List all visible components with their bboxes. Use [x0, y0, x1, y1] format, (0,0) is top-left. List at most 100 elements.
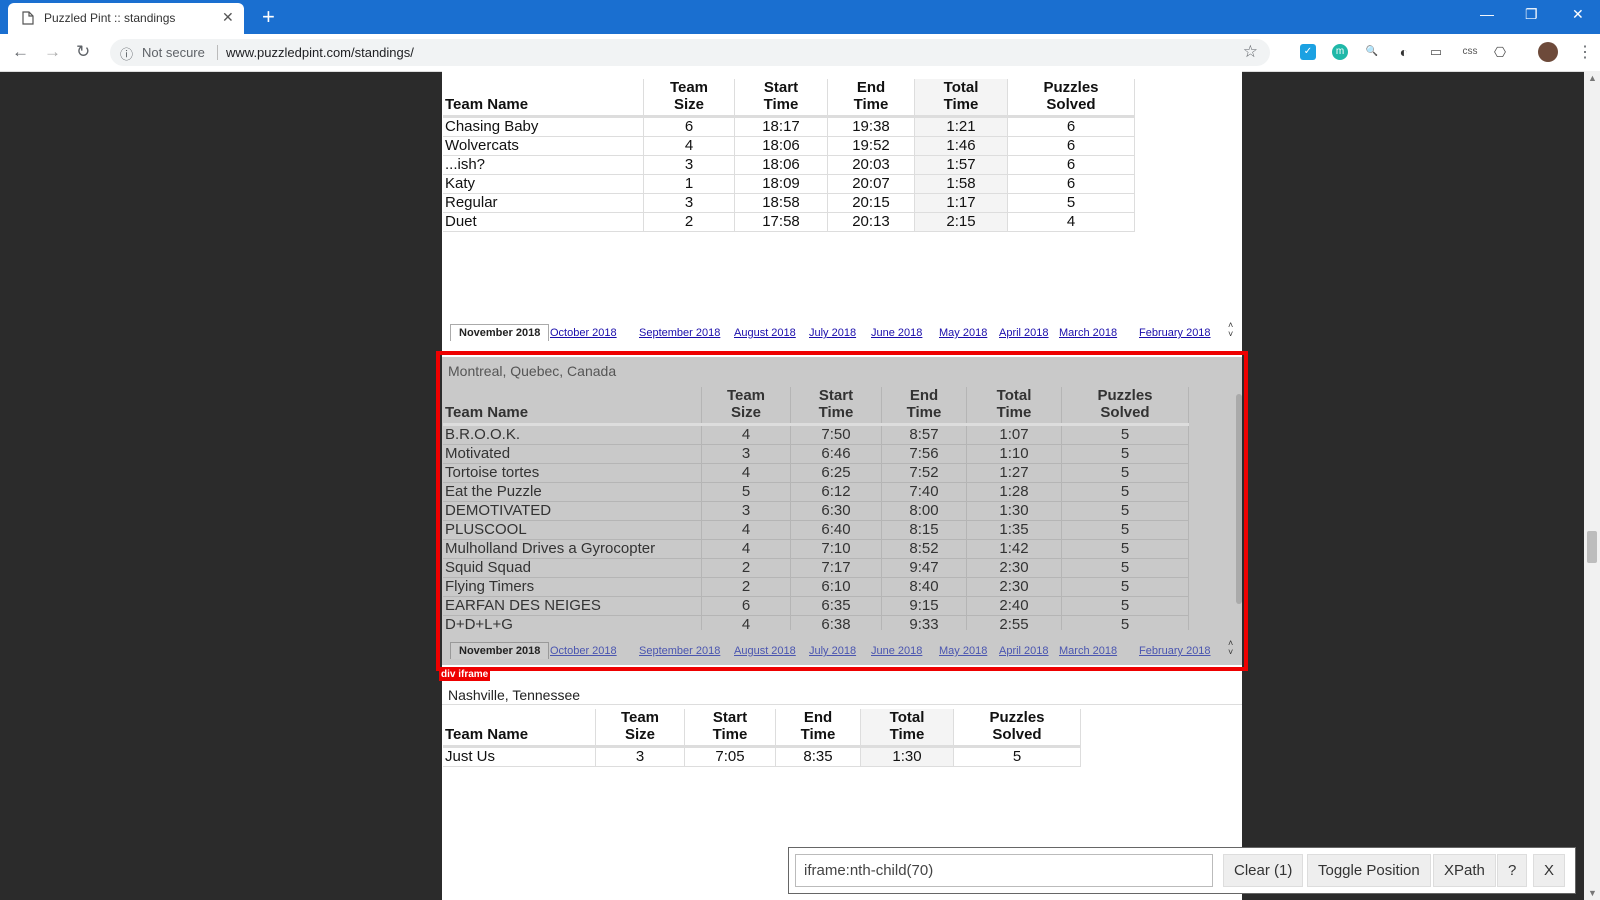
- bookmark-star-icon[interactable]: ☆: [1243, 42, 1258, 62]
- extension-moon-icon[interactable]: ◐: [1396, 44, 1412, 60]
- scroll-up-arrow-icon[interactable]: ˄ ˅: [1228, 639, 1233, 657]
- menu-kebab-icon[interactable]: ⋮: [1577, 42, 1593, 62]
- month-tab[interactable]: September 2018: [639, 327, 720, 339]
- table-row: DEMOTIVATED 3 6:30 8:00 1:30 5: [443, 501, 1189, 521]
- xpath-button[interactable]: XPath: [1433, 854, 1496, 887]
- table-row: D+D+L+G 4 6:38 9:33 2:55 5: [443, 615, 1189, 630]
- month-tab-selected[interactable]: November 2018: [450, 324, 550, 341]
- col-total-time: Total Time: [914, 79, 1008, 117]
- tab-close-icon[interactable]: ✕: [222, 9, 234, 26]
- table-row: EARFAN DES NEIGES 6 6:35 9:15 2:40 5: [443, 596, 1189, 616]
- col-total-time: Total Time: [860, 709, 954, 747]
- month-tab[interactable]: August 2018: [734, 327, 796, 339]
- browser-tab[interactable]: Puzzled Pint :: standings ✕: [8, 3, 244, 34]
- month-tab[interactable]: July 2018: [809, 645, 856, 657]
- close-gadget-button[interactable]: X: [1533, 854, 1566, 887]
- month-tab[interactable]: October 2018: [550, 327, 617, 339]
- table-row: Regular 3 18:58 20:15 1:17 5: [443, 193, 1135, 213]
- scroll-down-icon[interactable]: ▼: [1588, 888, 1597, 898]
- table-row: Duet 2 17:58 20:13 2:15 4: [443, 212, 1135, 232]
- window-close-button[interactable]: ✕: [1572, 6, 1584, 23]
- month-tab[interactable]: March 2018: [1059, 327, 1117, 339]
- back-arrow-icon[interactable]: ←: [12, 42, 29, 62]
- extension-m-icon[interactable]: m: [1332, 44, 1348, 60]
- clear-button[interactable]: Clear (1): [1223, 854, 1304, 887]
- tab-title: Puzzled Pint :: standings: [44, 11, 176, 25]
- scroll-up-icon[interactable]: ▲: [1588, 73, 1597, 83]
- scroll-thumb[interactable]: [1587, 531, 1597, 563]
- col-team-name: Team Name: [443, 79, 644, 117]
- month-tabs: November 2018 October 2018 September 201…: [446, 321, 1238, 344]
- col-puzzles-solved: Puzzles Solved: [953, 709, 1081, 747]
- month-tab[interactable]: October 2018: [550, 645, 617, 657]
- extension-check-icon[interactable]: ✓: [1300, 44, 1316, 60]
- month-tab[interactable]: April 2018: [999, 645, 1049, 657]
- browser-tab-bar: Puzzled Pint :: standings ✕ + — ❐ ✕: [0, 0, 1600, 34]
- table-row: Just Us 3 7:05 8:35 1:30 5: [443, 746, 1081, 767]
- document-icon: [22, 11, 34, 30]
- table-row: Squid Squad 2 7:17 9:47 2:30 5: [443, 558, 1189, 578]
- col-end-time: End Time: [881, 387, 967, 425]
- forward-arrow-icon[interactable]: →: [44, 42, 61, 62]
- region-title: Nashville, Tennessee: [442, 681, 1242, 705]
- selection-label: div iframe: [439, 669, 491, 681]
- selector-input[interactable]: iframe:nth-child(70): [795, 854, 1213, 887]
- month-tab[interactable]: May 2018: [939, 327, 987, 339]
- table-row: Katy 1 18:09 20:07 1:58 6: [443, 174, 1135, 194]
- extension-magnifier-icon[interactable]: 🔍: [1364, 44, 1380, 60]
- col-total-time: Total Time: [966, 387, 1062, 425]
- month-tab[interactable]: April 2018: [999, 327, 1049, 339]
- col-end-time: End Time: [827, 79, 915, 117]
- new-tab-button[interactable]: +: [262, 4, 275, 30]
- frame-scrollbar[interactable]: [1236, 394, 1242, 604]
- selector-gadget-bar: iframe:nth-child(70) Clear (1) Toggle Po…: [788, 847, 1576, 894]
- info-icon[interactable]: ⓘ: [120, 44, 133, 63]
- col-start-time: Start Time: [734, 79, 828, 117]
- restore-button[interactable]: ❐: [1525, 6, 1538, 23]
- standings-frame-top: Team Name Team Size Start Time End Time Tot…: [442, 71, 1242, 352]
- col-team-size: Team Size: [595, 709, 685, 747]
- scroll-up-arrow-icon[interactable]: ˄ ˅: [1228, 321, 1233, 339]
- url-text[interactable]: www.puzzledpint.com/standings/: [226, 45, 414, 60]
- help-button[interactable]: ?: [1497, 854, 1528, 887]
- month-tab[interactable]: May 2018: [939, 645, 987, 657]
- month-tab[interactable]: February 2018: [1139, 645, 1211, 657]
- toggle-position-button[interactable]: Toggle Position: [1307, 854, 1431, 887]
- table-row: Flying Timers 2 6:10 8:40 2:30 5: [443, 577, 1189, 597]
- month-tab[interactable]: June 2018: [871, 645, 922, 657]
- standings-table: Team Name Team Size Start Time End Time Tot…: [443, 387, 1189, 630]
- omnibox-divider: [217, 45, 218, 60]
- month-tab[interactable]: August 2018: [734, 645, 796, 657]
- address-toolbar: ← → ↻ ⓘ Not secure www.puzzledpint.com/s…: [0, 34, 1600, 72]
- table-row: Motivated 3 6:46 7:56 1:10 5: [443, 444, 1189, 464]
- month-tab[interactable]: June 2018: [871, 327, 922, 339]
- month-tab[interactable]: July 2018: [809, 327, 856, 339]
- col-puzzles-solved: Puzzles Solved: [1007, 79, 1135, 117]
- cast-icon[interactable]: ▭: [1428, 44, 1444, 60]
- region-title: Montreal, Quebec, Canada: [448, 363, 617, 379]
- table-row: PLUSCOOL 4 6:40 8:15 1:35 5: [443, 520, 1189, 540]
- reload-icon[interactable]: ↻: [76, 42, 90, 62]
- page-scrollbar[interactable]: ▲ ▼: [1584, 71, 1600, 900]
- month-tab[interactable]: September 2018: [639, 645, 720, 657]
- table-row: ...ish? 3 18:06 20:03 1:57 6: [443, 155, 1135, 175]
- table-row: Wolvercats 4 18:06 19:52 1:46 6: [443, 136, 1135, 156]
- not-secure-label: Not secure: [142, 45, 205, 60]
- extension-css-icon[interactable]: css: [1460, 44, 1480, 60]
- extension-shield-icon[interactable]: ⎔: [1492, 44, 1508, 60]
- col-start-time: Start Time: [684, 709, 776, 747]
- profile-avatar[interactable]: [1538, 42, 1558, 62]
- month-tab[interactable]: February 2018: [1139, 327, 1211, 339]
- month-tab-selected[interactable]: November 2018: [450, 642, 550, 659]
- standings-frame-nashville: Nashville, Tennessee Team Name Team Size …: [442, 681, 1242, 781]
- standings-table: Team Name Team Size Start Time End Time Tot…: [443, 709, 1081, 767]
- table-row: Tortoise tortes 4 6:25 7:52 1:27 5: [443, 463, 1189, 483]
- table-row: Mulholland Drives a Gyrocopter 4 7:10 8:52 1…: [443, 539, 1189, 559]
- col-team-size: Team Size: [701, 387, 791, 425]
- col-team-name: Team Name: [443, 387, 702, 425]
- month-tab[interactable]: March 2018: [1059, 645, 1117, 657]
- month-tabs: November 2018 October 2018 September 201…: [446, 639, 1238, 662]
- table-row: Chasing Baby 6 18:17 19:38 1:21 6: [443, 116, 1135, 137]
- minimize-button[interactable]: —: [1480, 6, 1494, 22]
- omnibox[interactable]: ⓘ Not secure www.puzzledpint.com/standin…: [110, 39, 1270, 66]
